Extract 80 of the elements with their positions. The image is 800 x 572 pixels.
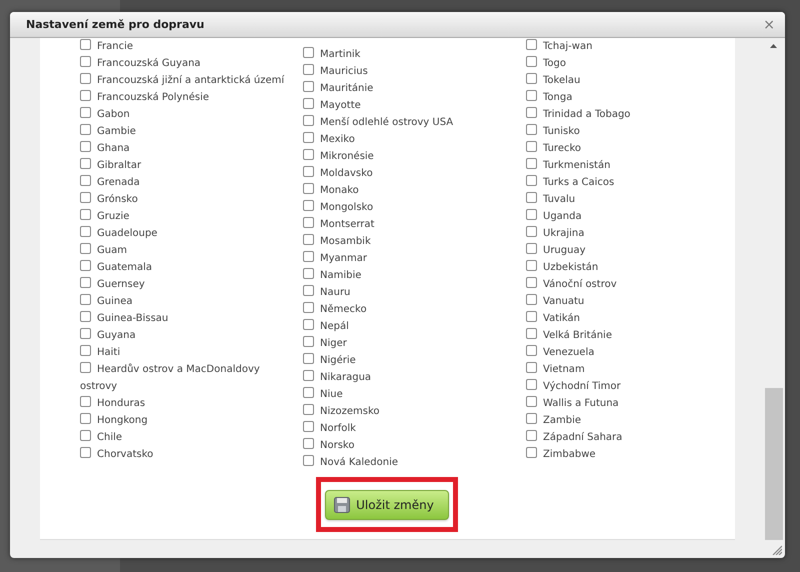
country-checkbox[interactable]: Západní Sahara — [526, 429, 622, 446]
country-checkbox[interactable]: Vánoční ostrov — [526, 276, 617, 293]
country-checkbox[interactable]: Grónsko — [80, 191, 138, 208]
close-button[interactable]: × — [763, 16, 775, 32]
country-checkbox[interactable]: Francie — [80, 38, 134, 55]
country-checkbox[interactable]: Guatemala — [80, 259, 152, 276]
country-checkbox[interactable]: Mauritánie — [303, 80, 374, 97]
country-checkbox[interactable]: Nigérie — [303, 352, 356, 369]
country-checkbox[interactable]: Tokelau — [526, 72, 580, 89]
country-checkbox[interactable]: Venezuela — [526, 344, 594, 361]
country-checkbox[interactable]: Ukrajina — [526, 225, 584, 242]
country-checkbox[interactable]: Gruzie — [80, 208, 130, 225]
country-checkbox[interactable]: Mexiko — [303, 131, 355, 148]
country-checkbox[interactable]: Guinea-Bissau — [80, 310, 168, 327]
country-checkbox[interactable]: Niger — [303, 335, 347, 352]
dialog-title: Nastavení země pro dopravu — [26, 18, 204, 31]
country-checkbox[interactable]: Montserrat — [303, 216, 374, 233]
country-checkbox[interactable]: Honduras — [80, 395, 146, 412]
country-checkbox[interactable]: Nová Kaledonie — [303, 454, 398, 471]
country-checkbox[interactable]: Nizozemsko — [303, 403, 380, 420]
country-checkbox[interactable]: Gibraltar — [80, 157, 142, 174]
country-checkbox[interactable]: Uruguay — [526, 242, 586, 259]
country-checkbox[interactable]: Turks a Caicos — [526, 174, 614, 191]
country-checkbox[interactable]: Zambie — [526, 412, 581, 429]
resize-grip-icon[interactable] — [772, 545, 782, 555]
country-checkbox[interactable]: Trinidad a Tobago — [526, 106, 630, 123]
country-checkbox[interactable]: Vatikán — [526, 310, 580, 327]
country-checkbox[interactable]: Uzbekistán — [526, 259, 598, 276]
country-checkbox[interactable]: Mauricius — [303, 63, 368, 80]
country-checkbox[interactable]: Německo — [303, 301, 367, 318]
country-checkbox[interactable]: Gambie — [80, 123, 136, 140]
country-checkbox[interactable]: Chorvatsko — [80, 446, 154, 463]
country-checkbox[interactable]: Turecko — [526, 140, 582, 157]
country-checkbox[interactable]: Tunisko — [526, 123, 580, 140]
country-checkbox[interactable]: Vietnam — [526, 361, 585, 378]
country-checkbox[interactable]: Francouzská Guyana — [80, 55, 201, 72]
country-checkbox[interactable]: Nikaragua — [303, 369, 372, 386]
country-checkbox[interactable]: Ghana — [80, 140, 130, 157]
country-checkbox[interactable]: Wallis a Futuna — [526, 395, 619, 412]
country-checkbox[interactable]: Nauru — [303, 284, 350, 301]
country-checkbox[interactable]: Haiti — [80, 344, 120, 361]
country-checkbox[interactable]: Francouzská jižní a antarktická území — [80, 72, 284, 89]
country-checkbox[interactable]: Uganda — [526, 208, 582, 225]
country-checkbox[interactable]: Zimbabwe — [526, 446, 596, 463]
country-checkbox[interactable]: Turkmenistán — [526, 157, 610, 174]
save-button[interactable]: Uložit změny — [325, 490, 449, 520]
country-checkbox[interactable]: Nepál — [303, 318, 349, 335]
country-checkbox[interactable]: Tuvalu — [526, 191, 576, 208]
scroll-thumb[interactable] — [765, 388, 783, 540]
country-checkbox[interactable]: Vanuatu — [526, 293, 584, 310]
country-checkbox[interactable]: Namibie — [303, 267, 362, 284]
country-checkbox[interactable]: Menší odlehlé ostrovy USA — [303, 114, 454, 131]
country-checkbox[interactable]: Mongolsko — [303, 199, 374, 216]
country-checkbox[interactable]: Guam — [80, 242, 127, 259]
country-checkbox[interactable]: Francouzská Polynésie — [80, 89, 210, 106]
country-checkbox[interactable]: Tonga — [526, 89, 572, 106]
country-checkbox[interactable]: Guyana — [80, 327, 136, 344]
country-checkbox[interactable]: Guinea — [80, 293, 132, 310]
country-checkbox[interactable]: Gabon — [80, 106, 130, 123]
country-checkbox[interactable]: Mikronésie — [303, 148, 374, 165]
country-checkbox[interactable]: Heardův ostrov a MacDonaldovy ostrovy — [80, 361, 296, 395]
country-checkbox[interactable]: Monako — [303, 182, 359, 199]
scroll-up-icon[interactable] — [770, 44, 777, 48]
country-checkbox[interactable]: Moldavsko — [303, 165, 373, 182]
country-checkbox[interactable]: Guadeloupe — [80, 225, 158, 242]
country-checkbox[interactable]: Togo — [526, 55, 566, 72]
country-checkbox[interactable]: Grenada — [80, 174, 140, 191]
country-checkbox[interactable]: Velká Británie — [526, 327, 612, 344]
country-checkbox[interactable]: Hongkong — [80, 412, 148, 429]
country-checkbox[interactable]: Guernsey — [80, 276, 145, 293]
country-checkbox[interactable]: Myanmar — [303, 250, 367, 267]
country-checkbox[interactable]: Východní Timor — [526, 378, 621, 395]
country-checkbox[interactable]: Norsko — [303, 437, 354, 454]
country-checkbox[interactable]: Tchaj-wan — [526, 38, 592, 55]
country-checkbox[interactable]: Norfolk — [303, 420, 356, 437]
country-checkbox[interactable]: Martinik — [303, 46, 360, 63]
country-checkbox[interactable]: Chile — [80, 429, 122, 446]
country-checkbox[interactable]: Mayotte — [303, 97, 361, 114]
country-checkbox[interactable]: Mosambik — [303, 233, 371, 250]
country-checkbox[interactable]: Niue — [303, 386, 343, 403]
